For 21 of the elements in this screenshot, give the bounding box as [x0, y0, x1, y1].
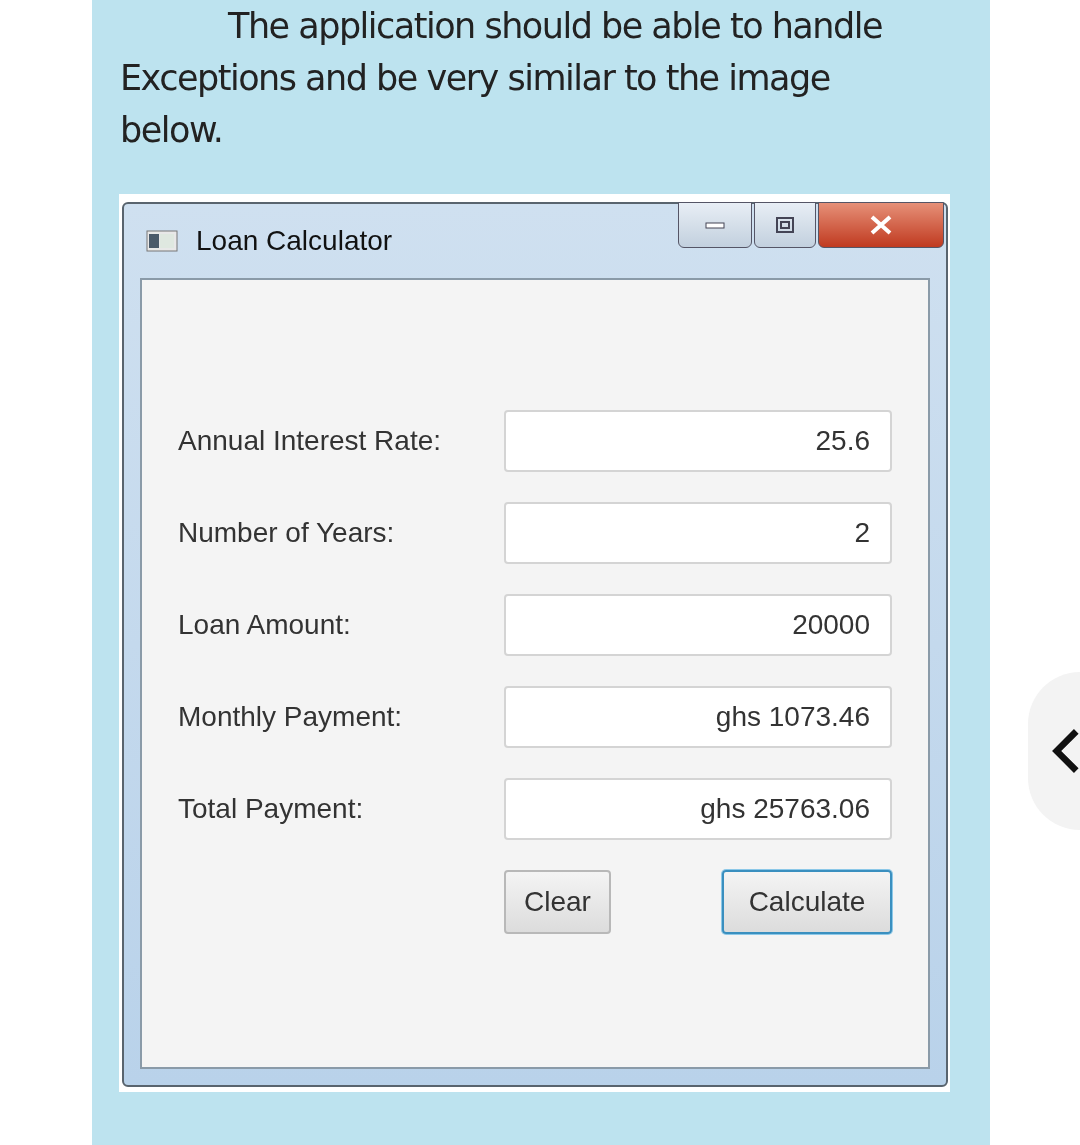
- close-icon: [869, 215, 893, 235]
- minimize-icon: [705, 220, 725, 230]
- close-button[interactable]: [818, 202, 944, 248]
- field-label: Monthly Payment:: [178, 701, 404, 733]
- dialog-button[interactable]: Clear: [504, 870, 611, 934]
- window-title: Loan Calculator: [196, 225, 393, 257]
- input-field[interactable]: ghs 25763.06: [504, 778, 892, 840]
- field-label: Total Payment:: [178, 793, 365, 825]
- maximize-button[interactable]: [754, 202, 816, 248]
- input-field[interactable]: 20000: [504, 594, 892, 656]
- field-label: Loan Amount:: [178, 609, 352, 641]
- maximize-icon: [775, 216, 795, 234]
- field-label: Number of Years:: [178, 517, 396, 549]
- field-label: Annual Interest Rate:: [178, 425, 443, 457]
- input-field[interactable]: 25.6: [504, 410, 892, 472]
- input-field[interactable]: 2: [504, 502, 892, 564]
- app-icon: [146, 230, 178, 252]
- minimize-button[interactable]: [678, 202, 752, 248]
- dialog-button[interactable]: Calculate: [722, 870, 892, 934]
- post-text: The application should be able to handle Exceptions and be very similar to the image below.: [119, 5, 883, 152]
- input-field[interactable]: ghs 1073.46: [504, 686, 892, 748]
